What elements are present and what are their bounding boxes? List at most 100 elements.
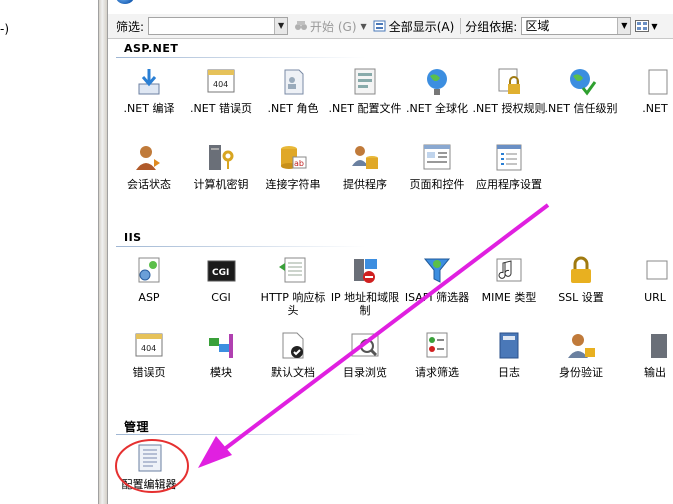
- feature-aspnet-item[interactable]: 应用程序设置: [472, 142, 546, 191]
- feature-management-item[interactable]: 配置编辑器: [112, 442, 186, 491]
- feature-iis-item[interactable]: 日志: [472, 330, 546, 379]
- page-controls-icon: [421, 142, 453, 174]
- feature-aspnet-item[interactable]: ab 连接字符串: [256, 142, 330, 191]
- svg-text:404: 404: [141, 344, 156, 353]
- show-all-button[interactable]: 全部显示(A): [373, 18, 454, 35]
- feature-label: MIME 类型: [481, 291, 537, 304]
- view-mode-button[interactable]: ▼: [635, 20, 657, 32]
- user-session-icon: [133, 142, 165, 174]
- feature-label: 默认文档: [271, 366, 315, 379]
- feature-iis-item[interactable]: CGI CGI: [184, 255, 258, 304]
- feature-aspnet-item[interactable]: .NET 配置文件: [328, 66, 402, 115]
- dir-browse-icon: [349, 330, 381, 362]
- svg-text:CGI: CGI: [212, 268, 229, 278]
- feature-iis-item[interactable]: ASP: [112, 255, 186, 304]
- feature-iis-item[interactable]: 模块: [184, 330, 258, 379]
- profile-doc-icon: [349, 66, 381, 98]
- binoculars-icon: [294, 20, 308, 32]
- go-button[interactable]: 开始 (G): [294, 18, 357, 35]
- feature-iis-item[interactable]: SSL 设置: [544, 255, 618, 304]
- feature-label: 计算机密钥: [193, 178, 249, 191]
- feature-iis-item[interactable]: IP 地址和域限制: [328, 255, 402, 317]
- feature-aspnet-item[interactable]: .NET 授权规则: [472, 66, 546, 115]
- feature-label: IP 地址和域限制: [330, 291, 400, 317]
- section-title-iis: IIS: [124, 231, 142, 244]
- section-divider: [116, 246, 366, 247]
- cgi-icon: CGI: [205, 255, 237, 287]
- output-cache-icon: [639, 330, 671, 362]
- lock-doc-icon: [493, 66, 525, 98]
- filter-label: 筛选:: [116, 19, 145, 34]
- toolbar-separator: [460, 18, 462, 34]
- url-icon: [639, 255, 671, 287]
- group-by-select[interactable]: 区域 ▼: [521, 17, 632, 35]
- feature-aspnet-item[interactable]: .NET 角色: [256, 66, 330, 115]
- feature-aspnet-item[interactable]: .NET 信任级别: [544, 66, 618, 115]
- group-by-value: 区域: [525, 19, 550, 33]
- feature-label: .NET 全球化: [406, 102, 468, 115]
- default-doc-icon: [277, 330, 309, 362]
- feature-label: .NET 编译: [123, 102, 175, 115]
- pane-splitter[interactable]: [98, 0, 108, 504]
- error-404-icon: 404: [205, 66, 237, 98]
- svg-text:404: 404: [213, 80, 228, 89]
- feature-label: 会话状态: [127, 178, 171, 191]
- feature-iis-item[interactable]: 请求筛选: [400, 330, 474, 379]
- chevron-down-icon[interactable]: ▼: [274, 18, 288, 34]
- globe-icon: [421, 66, 453, 98]
- feature-label: .NET 错误页: [190, 102, 252, 115]
- features-view: 筛选: ▼ 开始 (G) ▼ 全部显示(A) 分组依据: 区域 ▼ ▼ ASP.…: [108, 0, 673, 504]
- feature-iis-item[interactable]: HTTP 响应标头: [256, 255, 330, 317]
- feature-aspnet-item[interactable]: 404 .NET 错误页: [184, 66, 258, 115]
- globe-check-icon: [565, 66, 597, 98]
- feature-iis-item[interactable]: 默认文档: [256, 330, 330, 379]
- app-settings-icon: [493, 142, 525, 174]
- feature-label: 请求筛选: [415, 366, 459, 379]
- feature-aspnet-item[interactable]: 页面和控件: [400, 142, 474, 191]
- feature-label: URL: [644, 291, 666, 304]
- view-dropdown-icon[interactable]: ▼: [651, 22, 657, 31]
- feature-aspnet-item[interactable]: 提供程序: [328, 142, 402, 191]
- feature-iis-item[interactable]: 身份验证: [544, 330, 618, 379]
- feature-iis-item[interactable]: MIME 类型: [472, 255, 546, 304]
- feature-label: 模块: [210, 366, 232, 379]
- log-book-icon: [493, 330, 525, 362]
- feature-aspnet-item[interactable]: 会话状态: [112, 142, 186, 191]
- feature-label: 错误页: [132, 366, 166, 379]
- feature-label: 目录浏览: [343, 366, 387, 379]
- http-headers-icon: [277, 255, 309, 287]
- filter-input[interactable]: ▼: [148, 17, 289, 35]
- feature-aspnet-item[interactable]: .NET 全球化: [400, 66, 474, 115]
- request-filter-icon: [421, 330, 453, 362]
- section-title-management: 管理: [124, 420, 150, 434]
- feature-iis-item[interactable]: 目录浏览: [328, 330, 402, 379]
- auth-user-icon: [565, 330, 597, 362]
- feature-label: 页面和控件: [409, 178, 465, 191]
- go-dropdown-icon[interactable]: ▼: [361, 22, 367, 31]
- group-by-label: 分组依据:: [465, 19, 518, 34]
- connections-pane: -): [0, 0, 98, 504]
- feature-label: .NET 配置文件: [328, 102, 402, 115]
- show-all-icon: [373, 20, 387, 32]
- section-divider: [116, 434, 366, 435]
- server-globe-icon: [116, 0, 134, 4]
- feature-iis-item[interactable]: 输出: [618, 330, 673, 379]
- feature-iis-item[interactable]: 404 错误页: [112, 330, 186, 379]
- asp-gear-icon: [133, 255, 165, 287]
- section-divider: [116, 57, 366, 58]
- feature-label: .NET 角色: [267, 102, 319, 115]
- feature-aspnet-item[interactable]: 计算机密钥: [184, 142, 258, 191]
- feature-aspnet-item[interactable]: .NET 编译: [112, 66, 186, 115]
- feature-label: .NET 授权规则: [472, 102, 546, 115]
- ip-restrict-icon: [349, 255, 381, 287]
- feature-label: 配置编辑器: [121, 478, 177, 491]
- feature-label: 连接字符串: [265, 178, 321, 191]
- tree-node-fragment[interactable]: -): [0, 22, 9, 36]
- feature-iis-item[interactable]: URL: [618, 255, 673, 304]
- feature-label: CGI: [211, 291, 231, 304]
- chevron-down-icon[interactable]: ▼: [617, 18, 631, 34]
- feature-iis-item[interactable]: ISAPI 筛选器: [400, 255, 474, 304]
- config-editor-icon: [133, 442, 165, 474]
- feature-label: HTTP 响应标头: [260, 291, 326, 317]
- feature-aspnet-item[interactable]: .NET: [618, 66, 673, 115]
